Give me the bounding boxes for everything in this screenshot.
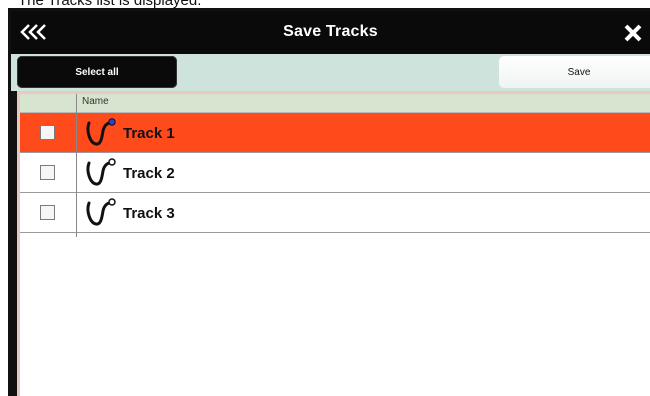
track-name: Track 1 [123, 125, 175, 142]
track-name: Track 2 [123, 165, 175, 182]
track-row[interactable]: Track 1 [20, 113, 650, 153]
caption-text: The Tracks list is displayed. [18, 0, 638, 8]
save-button[interactable]: Save [499, 56, 650, 88]
track-checkbox[interactable] [40, 205, 55, 220]
track-icon [86, 118, 116, 146]
track-list[interactable]: Name Track 1 Track 2 Track 3 [20, 94, 650, 396]
track-row[interactable]: Track 3 [20, 193, 650, 233]
track-name: Track 3 [123, 205, 175, 222]
track-icon [86, 198, 116, 226]
column-divider [76, 94, 77, 237]
save-tracks-dialog: Save Tracks Select all Save Name Track 1 [8, 8, 650, 396]
title-bar: Save Tracks [11, 11, 650, 54]
column-header-name[interactable]: Name [82, 96, 109, 107]
track-icon [86, 158, 116, 186]
toolbar: Select all Save [11, 54, 650, 91]
select-all-button[interactable]: Select all [17, 56, 177, 88]
list-header: Name [20, 94, 650, 113]
track-checkbox[interactable] [40, 165, 55, 180]
close-icon [624, 24, 642, 42]
track-list-container: Name Track 1 Track 2 Track 3 [17, 91, 650, 396]
dialog-title: Save Tracks [283, 23, 378, 40]
track-checkbox[interactable] [40, 125, 55, 140]
track-row[interactable]: Track 2 [20, 153, 650, 193]
close-button[interactable] [618, 19, 648, 47]
